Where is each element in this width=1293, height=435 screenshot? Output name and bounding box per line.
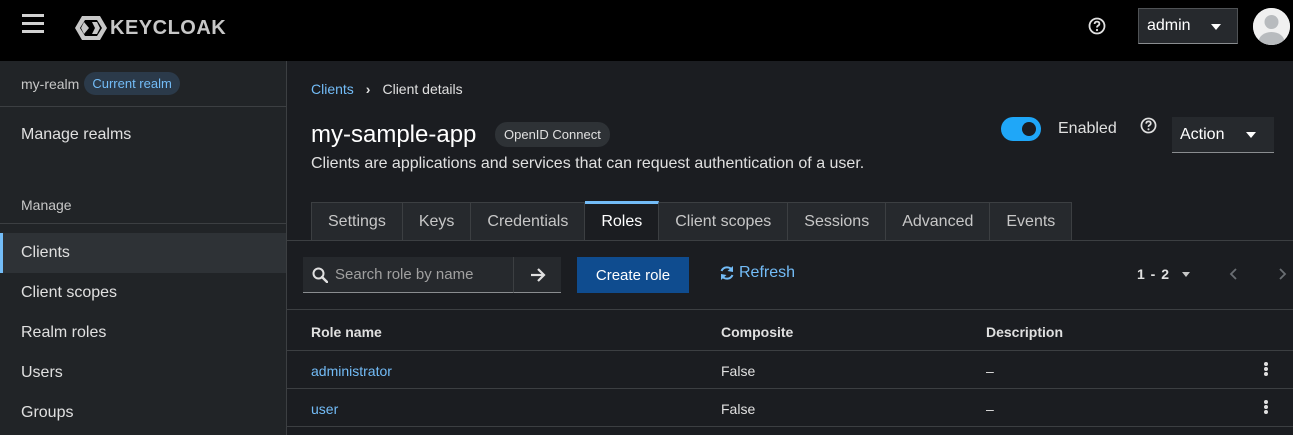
logo-text: KEYCLOAK <box>110 16 227 39</box>
action-dropdown[interactable]: Action <box>1172 117 1274 153</box>
sidebar-divider <box>0 223 286 224</box>
refresh-button[interactable]: Refresh <box>719 264 795 282</box>
tab-sessions[interactable]: Sessions <box>788 202 887 241</box>
search-box <box>303 257 513 293</box>
protocol-label: OpenID Connect <box>495 122 610 147</box>
enabled-switch[interactable] <box>1001 117 1041 141</box>
user-menu-label: admin <box>1147 17 1191 34</box>
column-header-composite: Composite <box>721 324 794 340</box>
keycloak-mark-icon <box>75 16 107 40</box>
chevron-right-icon: › <box>365 81 371 97</box>
role-name-link[interactable]: user <box>311 401 338 417</box>
user-menu-toggle[interactable]: admin <box>1138 8 1238 44</box>
composite-value: False <box>721 363 756 379</box>
user-avatar-icon <box>1253 8 1290 45</box>
table-row: administrator False – <box>287 351 1293 389</box>
caret-down-icon <box>1211 24 1221 30</box>
action-dropdown-label: Action <box>1180 125 1225 143</box>
tab-roles[interactable]: Roles <box>585 201 660 241</box>
description-value: – <box>986 401 994 417</box>
sidebar-item-clients[interactable]: Clients <box>0 233 286 273</box>
breadcrumb-clients-link[interactable]: Clients <box>311 81 354 97</box>
column-header-role-name[interactable]: Role name <box>311 324 382 340</box>
help-icon[interactable] <box>1088 17 1106 35</box>
help-icon[interactable] <box>1140 117 1157 134</box>
table-header: Role name Composite Description <box>287 309 1293 351</box>
main-content: Clients › Client details my-sample-app O… <box>287 61 1293 435</box>
realm-name: my-realm <box>21 75 80 92</box>
tab-bar: Settings Keys Credentials Roles Client s… <box>311 201 1073 241</box>
current-realm-badge: Current realm <box>84 72 180 95</box>
pagination-caret-down-icon[interactable] <box>1182 272 1190 277</box>
sidebar-item-realm-roles[interactable]: Realm roles <box>0 313 286 353</box>
search-submit-button[interactable] <box>513 257 561 293</box>
refresh-label: Refresh <box>739 264 796 281</box>
tab-client-scopes[interactable]: Client scopes <box>659 202 789 241</box>
row-actions-kebab-icon[interactable] <box>1259 360 1273 378</box>
sidebar-item-client-scopes[interactable]: Client scopes <box>0 273 286 313</box>
table-row: user False – <box>287 389 1293 427</box>
tab-events[interactable]: Events <box>990 202 1073 241</box>
roles-table: Role name Composite Description administ… <box>287 309 1293 427</box>
role-name-link[interactable]: administrator <box>311 363 392 379</box>
refresh-icon <box>720 266 734 280</box>
masthead: KEYCLOAK admin <box>0 0 1293 61</box>
search-input[interactable] <box>335 266 505 283</box>
realm-selector[interactable]: my-realm Current realm <box>0 61 286 107</box>
breadcrumb-current: Client details <box>382 81 463 97</box>
hamburger-menu-icon[interactable] <box>22 14 44 34</box>
create-role-button[interactable]: Create role <box>577 257 689 293</box>
tab-credentials[interactable]: Credentials <box>471 202 586 241</box>
column-header-description: Description <box>986 324 1064 340</box>
sidebar: my-realm Current realm Manage realms Man… <box>0 61 287 435</box>
page-title: my-sample-app <box>311 121 477 148</box>
page-description: Clients are applications and services th… <box>311 155 865 172</box>
sidebar-item-users[interactable]: Users <box>0 353 286 393</box>
chevron-right-icon[interactable] <box>1277 267 1287 281</box>
description-value: – <box>986 363 994 379</box>
tab-settings[interactable]: Settings <box>311 202 403 241</box>
chevron-left-icon[interactable] <box>1229 267 1239 281</box>
arrow-right-icon <box>531 268 546 282</box>
row-actions-kebab-icon[interactable] <box>1259 398 1273 416</box>
tab-keys[interactable]: Keys <box>402 202 472 241</box>
breadcrumb: Clients › Client details <box>311 81 463 97</box>
tab-bar-divider <box>287 240 1293 241</box>
keycloak-logo[interactable]: KEYCLOAK <box>74 14 226 42</box>
sidebar-item-groups[interactable]: Groups <box>0 393 286 433</box>
tab-advanced[interactable]: Advanced <box>886 202 991 241</box>
pagination-range[interactable]: 1 - 2 <box>1137 266 1170 282</box>
manage-section-label: Manage <box>21 197 72 213</box>
enabled-label: Enabled <box>1058 120 1117 137</box>
caret-down-icon <box>1246 132 1256 138</box>
manage-realms-link[interactable]: Manage realms <box>21 126 131 144</box>
search-icon <box>312 267 328 283</box>
composite-value: False <box>721 401 756 417</box>
avatar[interactable] <box>1253 8 1290 45</box>
